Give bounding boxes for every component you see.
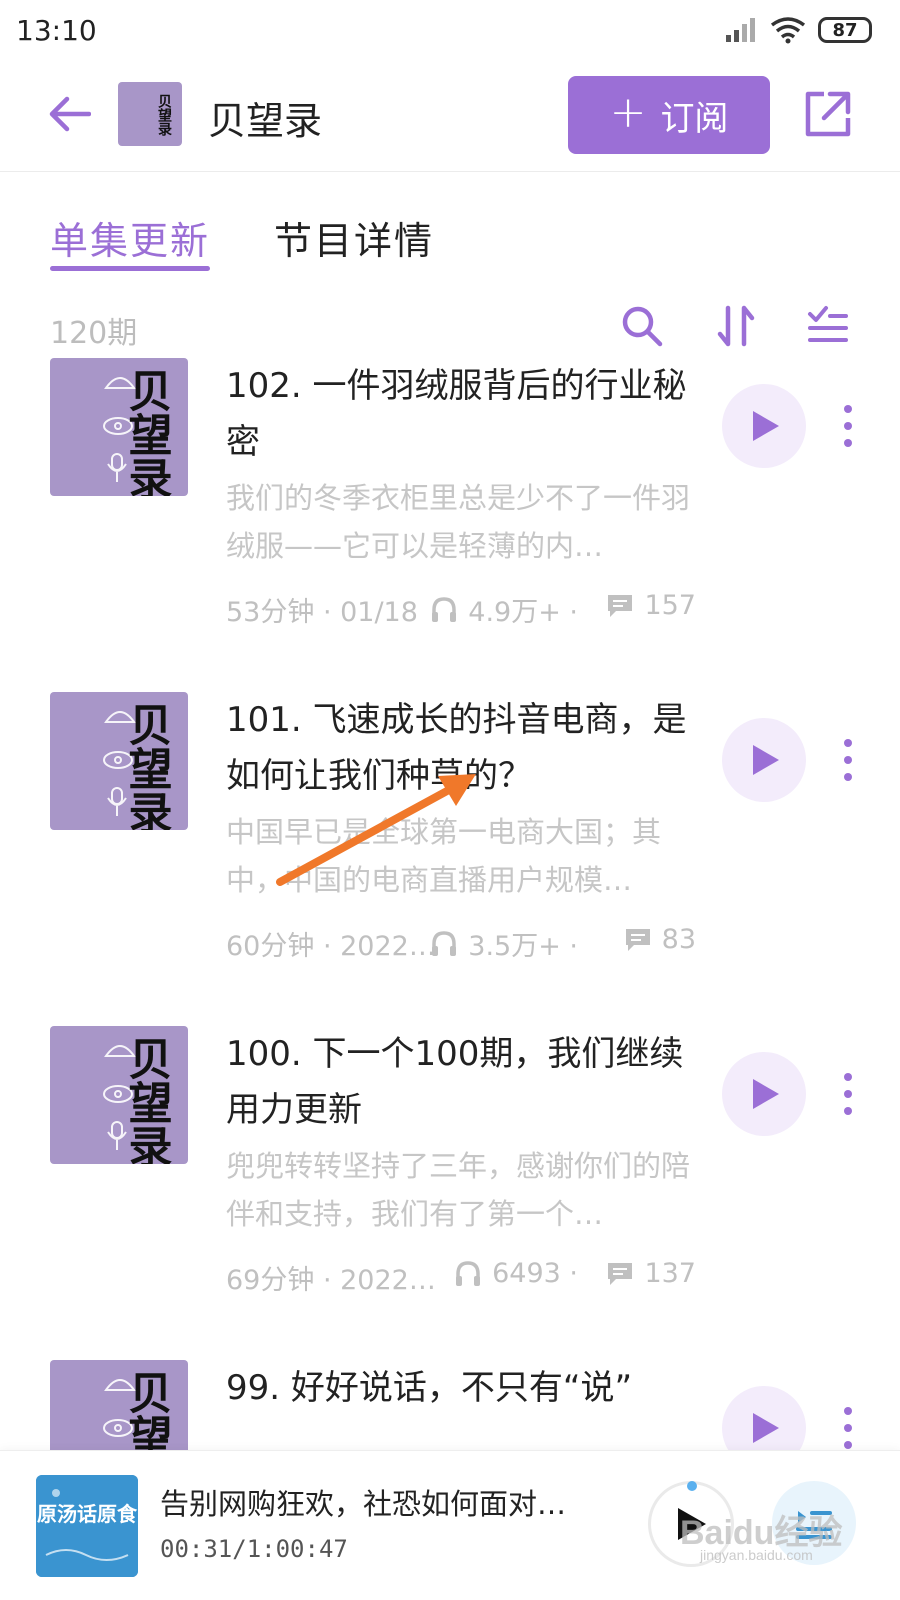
now-playing-cover: 原汤话原食 — [36, 1475, 138, 1577]
episode-item[interactable]: 贝望录 100. 下一个100期，我们继续用力更新 兜兜转转坚持了三年，感谢你们… — [0, 1026, 900, 1366]
status-icons: 87 — [724, 16, 872, 44]
more-vertical-icon — [844, 739, 852, 781]
play-icon — [753, 1079, 779, 1109]
headphones-icon — [432, 930, 457, 956]
subscribe-label: 订阅 — [660, 98, 729, 139]
sort-button[interactable] — [712, 302, 760, 350]
episode-description: 兜兜转转坚持了三年，感谢你们的陪伴和支持，我们有了第一个… — [226, 1149, 691, 1231]
tab-bar: 单集更新 节目详情 — [0, 172, 900, 276]
episode-comments: 157 — [606, 590, 696, 621]
episode-more-button[interactable] — [836, 738, 860, 782]
back-button[interactable] — [44, 88, 96, 140]
episode-item[interactable]: 贝望录 101. 飞速成长的抖音电商，是如何让我们种草的？ 中国早已是全球第一电… — [0, 692, 900, 1032]
more-vertical-icon — [844, 1407, 852, 1449]
search-button[interactable] — [618, 302, 666, 350]
tab-episodes[interactable]: 单集更新 — [50, 210, 210, 265]
search-icon — [622, 306, 663, 347]
now-playing-title: 告别网购狂欢，社恐如何面对… — [160, 1487, 567, 1521]
headphones-icon — [456, 1260, 481, 1286]
checklist-icon — [808, 306, 848, 342]
podcast-cover: 贝望录 — [118, 82, 182, 146]
mini-player[interactable]: 原汤话原食 告别网购狂欢，社恐如何面对… 00:31/1:00:47 Baidu… — [0, 1450, 900, 1600]
episode-play-button[interactable] — [722, 718, 806, 802]
episode-cover: 贝望录 — [50, 692, 188, 834]
episode-cover: 贝望录 — [50, 1360, 188, 1450]
episode-meta: 69分钟 · 2022/… 6493 · 137 — [226, 1254, 696, 1296]
more-vertical-icon — [844, 405, 852, 447]
episode-plays: 6493 · — [454, 1258, 578, 1289]
episode-description: 我们的冬季衣柜里总是少不了一件羽绒服——它可以是轻薄的内… — [226, 481, 691, 563]
batch-select-button[interactable] — [804, 302, 852, 350]
episode-duration-date: 53分钟 · 01/18 — [226, 597, 418, 628]
episode-description: 中国早已是全球第一电商大国；其中，中国的电商直播用户规模… — [226, 815, 662, 897]
now-playing-time: 00:31/1:00:47 — [160, 1535, 348, 1563]
episode-item[interactable]: 贝望录 102. 一件羽绒服背后的行业秘密 我们的冬季衣柜里总是少不了一件羽绒服… — [0, 358, 900, 698]
more-vertical-icon — [844, 1073, 852, 1115]
episode-cover: 贝望录 — [50, 358, 188, 500]
cover-text: 贝望录 — [156, 94, 172, 137]
headphones-icon — [432, 596, 457, 622]
episode-more-button[interactable] — [836, 1072, 860, 1116]
episode-more-button[interactable] — [836, 404, 860, 448]
episode-cover: 贝望录 — [50, 1026, 188, 1168]
plus-icon: + — [609, 87, 647, 138]
cover-text: 贝望录 — [121, 1370, 172, 1450]
episode-duration-date: 69分钟 · 2022/… — [226, 1265, 438, 1296]
signal-icon — [726, 18, 755, 42]
play-count: 6493 · — [492, 1258, 578, 1289]
comment-icon — [608, 1262, 633, 1285]
share-button[interactable] — [800, 86, 856, 142]
cover-text: 贝望录 — [121, 702, 172, 830]
comment-count: 83 — [661, 924, 696, 955]
episode-title: 100. 下一个100期，我们继续用力更新 — [226, 1034, 684, 1130]
watermark-url: jingyan.baidu.com — [700, 1547, 813, 1563]
subscribe-button[interactable]: + 订阅 — [568, 76, 770, 154]
episode-title: 99. 好好说话，不只有“说” — [226, 1368, 633, 1408]
episode-meta: 53分钟 · 01/18 4.9万+ · 157 — [226, 586, 696, 629]
active-tab-indicator — [50, 266, 210, 271]
list-toolbar: 120期 — [0, 290, 900, 360]
play-icon — [753, 1413, 779, 1443]
wifi-icon — [770, 17, 806, 44]
episode-title: 102. 一件羽绒服背后的行业秘密 — [226, 366, 687, 462]
playback-progress-indicator — [687, 1481, 697, 1491]
episode-play-button[interactable] — [722, 1052, 806, 1136]
episode-comments: 137 — [606, 1258, 696, 1289]
tab-details[interactable]: 节目详情 — [274, 210, 434, 265]
now-playing-cover-text: 原汤话原食 — [37, 1502, 138, 1526]
play-count: 3.5万+ · — [468, 931, 578, 962]
sort-icon — [717, 305, 755, 347]
play-icon — [753, 745, 779, 775]
episode-plays: 4.9万+ · — [430, 590, 578, 629]
comment-count: 137 — [644, 1258, 696, 1289]
comment-icon — [608, 594, 633, 617]
cover-text: 贝望录 — [121, 368, 172, 496]
episode-comments: 83 — [624, 924, 696, 955]
episode-duration-date: 60分钟 · 2022/… — [226, 931, 438, 962]
episode-count: 120期 — [50, 316, 138, 351]
episode-title: 101. 飞速成长的抖音电商，是如何让我们种草的？ — [226, 700, 687, 796]
play-count: 4.9万+ · — [468, 597, 578, 628]
share-icon — [805, 91, 851, 137]
comment-count: 157 — [644, 590, 696, 621]
episode-meta: 60分钟 · 2022/… 3.5万+ · 83 — [226, 920, 696, 963]
play-icon — [753, 411, 779, 441]
cover-text: 贝望录 — [121, 1036, 172, 1164]
app-header: 贝望录 贝望录 + 订阅 — [0, 64, 900, 172]
episode-play-button[interactable] — [722, 1386, 806, 1450]
status-bar: 13:10 87 — [0, 0, 900, 64]
podcast-title: 贝望录 — [208, 99, 323, 143]
episode-item[interactable]: 贝望录 99. 好好说话，不只有“说” — [0, 1360, 900, 1450]
battery-icon: 87 — [818, 17, 872, 43]
status-time: 13:10 — [16, 14, 97, 47]
arrow-left-icon — [49, 96, 91, 132]
comment-icon — [625, 928, 650, 951]
episode-plays: 3.5万+ · — [430, 924, 578, 963]
episode-play-button[interactable] — [722, 384, 806, 468]
episode-more-button[interactable] — [836, 1406, 860, 1450]
